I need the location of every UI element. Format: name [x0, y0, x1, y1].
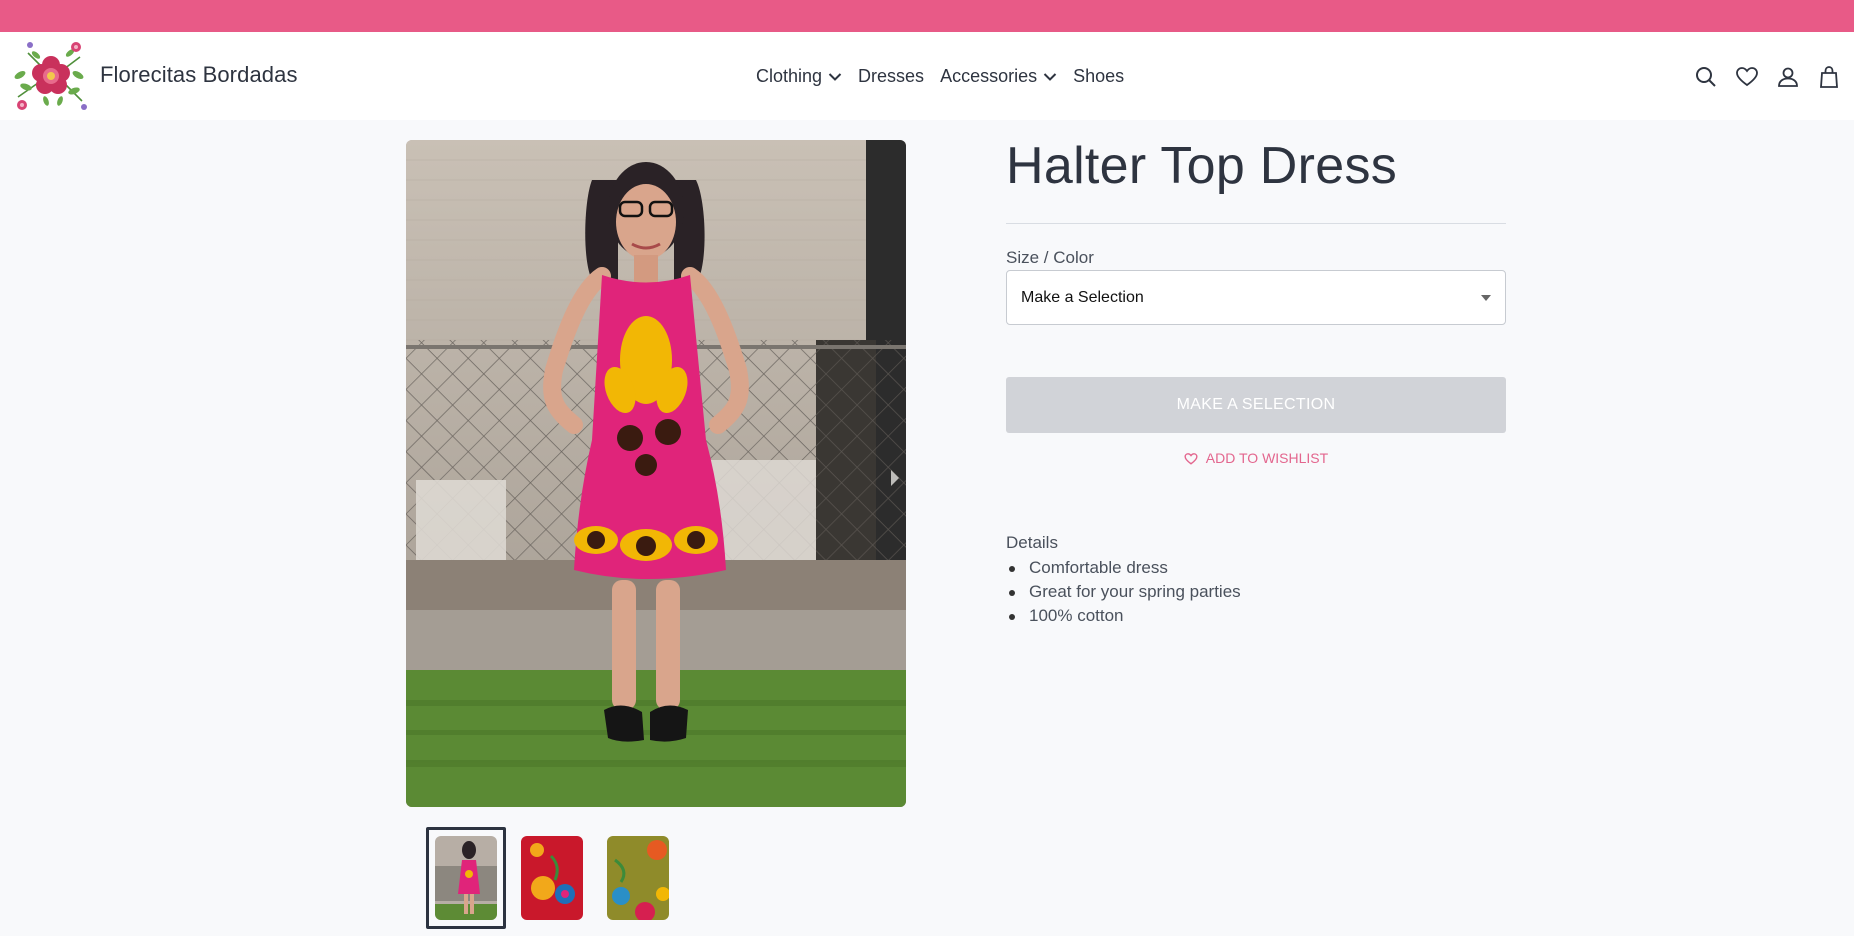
nav-item-label: Accessories [940, 66, 1038, 86]
wishlist-label: ADD TO WISHLIST [1205, 450, 1329, 466]
main-nav: Clothing Dresses Accessories Shoes [756, 66, 1140, 87]
add-to-wishlist-link[interactable]: ADD TO WISHLIST [1006, 450, 1506, 466]
list-item: Comfortable dress [1006, 556, 1241, 580]
brand-logo[interactable] [8, 35, 94, 117]
thumbnail-image [607, 836, 669, 920]
search-icon[interactable] [1694, 65, 1718, 89]
chevron-down-icon [828, 72, 842, 81]
nav-item-accessories[interactable]: Accessories [940, 66, 1057, 87]
nav-item-label: Shoes [1073, 66, 1125, 86]
main-product-image[interactable] [406, 140, 906, 807]
size-color-label: Size / Color [1006, 248, 1094, 267]
user-icon[interactable] [1776, 65, 1800, 89]
brand-name[interactable]: Florecitas Bordadas [100, 62, 298, 88]
nav-item-dresses[interactable]: Dresses [858, 66, 924, 87]
details-list: Comfortable dress Great for your spring … [1006, 556, 1241, 628]
header-icons [1694, 65, 1854, 89]
bag-icon[interactable] [1817, 65, 1841, 89]
heart-icon[interactable] [1735, 65, 1759, 89]
list-item: Great for your spring parties [1006, 580, 1241, 604]
chevron-down-icon [1043, 72, 1057, 81]
caret-down-icon [1481, 295, 1491, 301]
announcement-bar [0, 0, 1854, 32]
nav-item-clothing[interactable]: Clothing [756, 66, 842, 87]
thumbnail-3[interactable] [598, 827, 678, 929]
product-photo [406, 140, 906, 807]
nav-item-label: Clothing [756, 66, 823, 86]
thumbnail-2[interactable] [512, 827, 592, 929]
thumbnail-strip [426, 827, 684, 929]
site-header: Florecitas Bordadas Clothing Dresses Acc… [0, 32, 1854, 120]
nav-item-shoes[interactable]: Shoes [1073, 66, 1124, 87]
add-to-cart-button[interactable]: MAKE A SELECTION [1006, 377, 1506, 433]
thumbnail-image [521, 836, 583, 920]
title-divider [1006, 223, 1506, 224]
product-title: Halter Top Dress [1006, 137, 1398, 195]
nav-item-label: Dresses [858, 66, 925, 86]
size-color-select[interactable]: Make a Selection [1006, 270, 1506, 325]
thumbnail-image [435, 836, 497, 920]
heart-icon [1184, 452, 1198, 465]
thumbnail-1[interactable] [426, 827, 506, 929]
details-heading: Details [1006, 533, 1058, 552]
list-item: 100% cotton [1006, 604, 1241, 628]
select-value: Make a Selection [1021, 288, 1144, 306]
